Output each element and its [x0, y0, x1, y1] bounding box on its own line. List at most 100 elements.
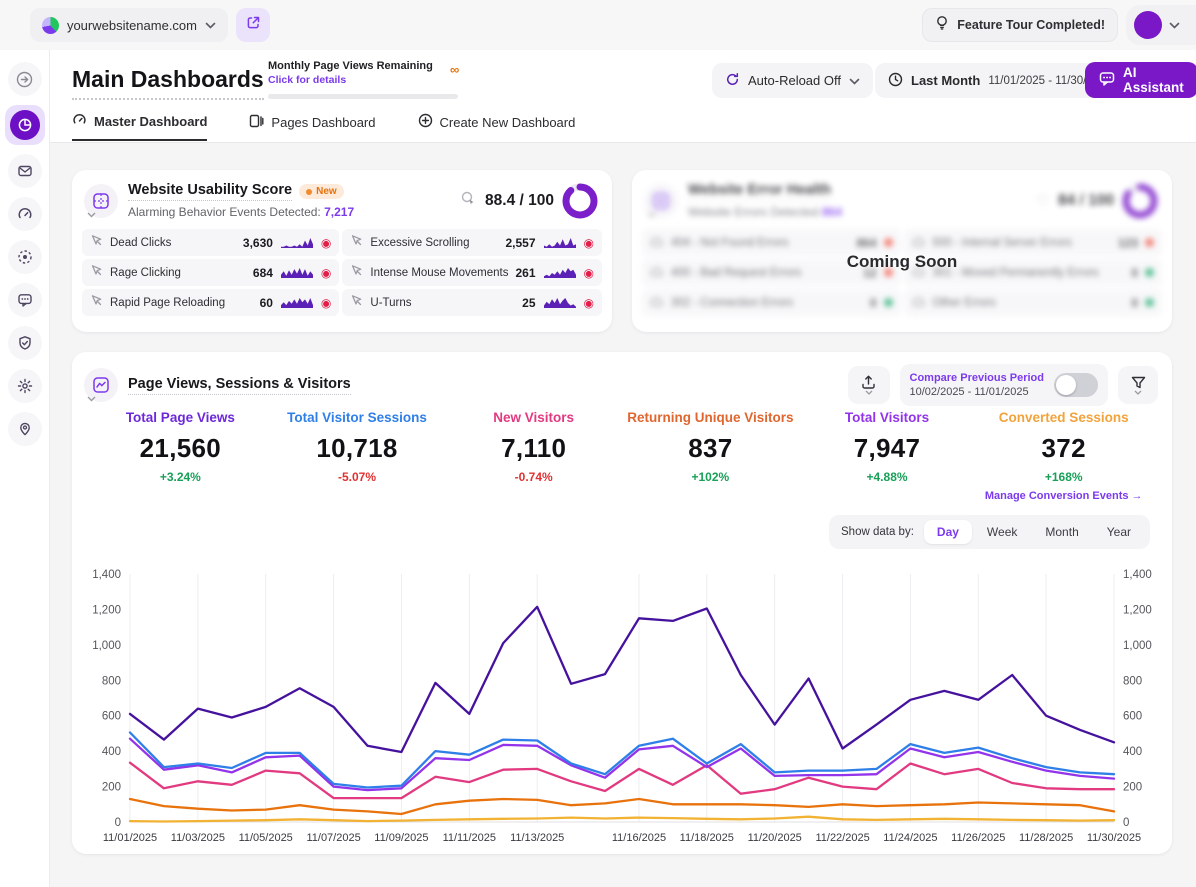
behavior-label: Rage Clicking [110, 267, 246, 279]
sidebar-item-collapse-sidebar[interactable] [8, 62, 42, 96]
sparkline [543, 236, 577, 249]
plus-circle-icon [418, 113, 433, 131]
sidebar-item-security[interactable] [8, 326, 42, 360]
svg-text:400: 400 [102, 746, 121, 758]
usability-row[interactable]: Rapid Page Reloading60◉ [82, 289, 339, 316]
svg-text:11/28/2025: 11/28/2025 [1019, 832, 1073, 844]
usability-row[interactable]: U-Turns25◉ [342, 289, 602, 316]
metric-label: Total Visitor Sessions [269, 410, 446, 425]
series-total-page-views [130, 607, 1114, 752]
svg-text:11/30/2025: 11/30/2025 [1087, 832, 1141, 844]
record-icon [17, 249, 33, 265]
pointer-icon [90, 234, 103, 252]
granularity-year[interactable]: Year [1094, 520, 1144, 544]
svg-text:1,400: 1,400 [92, 569, 121, 581]
metric-value: 7,110 [445, 433, 622, 464]
error-card-icon[interactable] [644, 184, 678, 218]
tab-create-new-dashboard[interactable]: Create New Dashboard [418, 112, 576, 141]
svg-text:800: 800 [1123, 675, 1142, 687]
error-row: 302 - Connection Errors0 [642, 289, 901, 316]
usability-row[interactable]: Excessive Scrolling2,557◉ [342, 229, 602, 256]
granularity-day[interactable]: Day [924, 520, 972, 544]
filter-button[interactable] [1118, 366, 1158, 404]
behavior-label: Dead Clicks [110, 237, 236, 249]
view-recordings-icon[interactable]: ◉ [321, 297, 331, 309]
cloud-icon [650, 234, 664, 252]
usability-row[interactable]: Dead Clicks 3,630 ◉ [82, 229, 339, 256]
granularity-month[interactable]: Month [1032, 520, 1091, 544]
svg-text:1,000: 1,000 [1123, 640, 1152, 652]
refresh-icon [725, 72, 740, 90]
sidebar-item-performance[interactable] [8, 197, 42, 231]
compare-label: Compare Previous Period [910, 372, 1045, 384]
granularity-week[interactable]: Week [974, 520, 1030, 544]
tab-pages-dashboard[interactable]: Pages Dashboard [249, 112, 375, 141]
usability-score: 88.4 / 100 [485, 192, 554, 210]
sidebar-item-inbox[interactable] [8, 154, 42, 188]
feature-tour-button[interactable]: Feature Tour Completed! [922, 8, 1118, 42]
sidebar-item-feedback[interactable] [8, 283, 42, 317]
chevron-down-icon [87, 389, 96, 407]
svg-text:11/24/2025: 11/24/2025 [883, 832, 937, 844]
pointer-icon [350, 294, 363, 312]
svg-text:0: 0 [1123, 817, 1129, 829]
metric-delta: -5.07% [269, 470, 446, 484]
quota-value: ∞ [450, 62, 459, 77]
open-site-button[interactable] [236, 8, 270, 42]
compare-toggle[interactable] [1054, 373, 1098, 397]
heart-icon: ♡ [1037, 192, 1050, 210]
view-recordings-icon[interactable]: ◉ [584, 267, 594, 279]
chevron-down-icon [205, 16, 216, 34]
external-link-icon [246, 15, 261, 35]
view-recordings-icon[interactable]: ◉ [584, 297, 594, 309]
behavior-count: 2,557 [505, 236, 535, 250]
metric-total-page-views: Total Page Views21,560+3.24% [92, 410, 269, 502]
svg-text:1,000: 1,000 [92, 640, 121, 652]
pointer-icon [90, 294, 103, 312]
chart-card-icon[interactable] [84, 368, 118, 402]
ai-assistant-button[interactable]: AI Assistant [1085, 62, 1196, 98]
map-pin-icon [17, 421, 33, 437]
error-health-score: 84 / 100 [1058, 192, 1114, 210]
metric-value: 21,560 [92, 433, 269, 464]
account-menu[interactable] [1126, 5, 1196, 45]
chart-card-title: Page Views, Sessions & Visitors [128, 376, 351, 395]
clock-icon [888, 72, 903, 90]
error-label: 404 - Not Found Errors [671, 237, 849, 249]
export-button[interactable] [848, 366, 890, 404]
view-recordings-icon[interactable]: ◉ [321, 267, 331, 279]
metric-new-visitors: New Visitors7,110-0.74% [445, 410, 622, 502]
site-selector[interactable]: yourwebsitename.com [30, 8, 228, 42]
sidebar-item-settings[interactable] [8, 369, 42, 403]
toggle-knob [1056, 375, 1076, 395]
metric-value: 837 [622, 433, 799, 464]
view-recordings-icon[interactable]: ◉ [584, 237, 594, 249]
behavior-label: Intense Mouse Movements [370, 267, 508, 279]
metric-converted-sessions: Converted Sessions372+168%Manage Convers… [975, 410, 1152, 502]
svg-text:1,200: 1,200 [1123, 604, 1152, 616]
metric-returning-unique-visitors: Returning Unique Visitors837+102% [622, 410, 799, 502]
auto-reload-select[interactable]: Auto-Reload Off [712, 63, 873, 98]
quota-details-link[interactable]: Click for details [268, 74, 468, 86]
status-dot-green [884, 298, 893, 307]
tab-label: Master Dashboard [94, 114, 207, 129]
sidebar-item-recordings[interactable] [8, 240, 42, 274]
metric-value: 372 [975, 433, 1152, 464]
chevron-down-icon [1169, 16, 1180, 34]
usability-row[interactable]: Intense Mouse Movements261◉ [342, 259, 602, 286]
sidebar-item-dashboards[interactable] [5, 105, 45, 145]
pie-chart-icon [17, 117, 33, 133]
site-name: yourwebsitename.com [67, 18, 197, 33]
manage-conversion-events-link[interactable]: Manage Conversion Events → [975, 490, 1152, 502]
view-recordings-icon[interactable]: ◉ [321, 237, 331, 249]
sidebar-item-locations[interactable] [8, 412, 42, 446]
usability-card-icon[interactable] [84, 184, 118, 218]
tab-master-dashboard[interactable]: Master Dashboard [72, 112, 207, 141]
usability-score-donut [562, 183, 598, 219]
behavior-label: Rapid Page Reloading [110, 297, 253, 309]
chevron-down-icon [1134, 390, 1142, 395]
usability-row[interactable]: Rage Clicking684◉ [82, 259, 339, 286]
series-total-visitors [130, 739, 1114, 790]
behavior-count: 3,630 [243, 236, 273, 250]
gear-icon [17, 378, 33, 394]
